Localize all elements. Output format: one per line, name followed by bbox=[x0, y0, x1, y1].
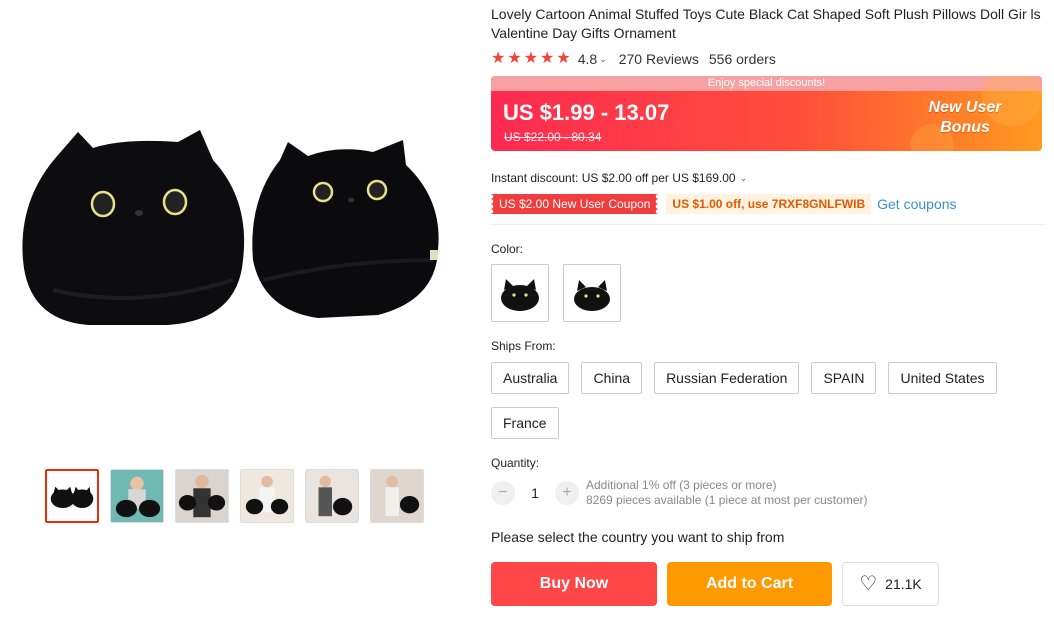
star-icon: ★ bbox=[540, 50, 555, 67]
color-options bbox=[491, 264, 1046, 322]
divider bbox=[491, 224, 1046, 225]
color-label: Color: bbox=[491, 242, 524, 256]
chevron-down-icon: ⌄ bbox=[739, 172, 748, 183]
ships-from-options: Australia China Russian Federation SPAIN… bbox=[491, 362, 1051, 439]
product-title: Lovely Cartoon Animal Stuffed Toys Cute … bbox=[491, 6, 1041, 41]
thumbnail-strip bbox=[45, 469, 424, 523]
action-buttons: Buy Now Add to Cart ♡ 21.1K bbox=[491, 562, 1046, 606]
ships-from-label: Ships From: bbox=[491, 339, 556, 353]
wishlist-count: 21.1K bbox=[885, 576, 922, 592]
star-icon: ★ bbox=[556, 50, 571, 67]
rating-value[interactable]: 4.8 bbox=[578, 51, 597, 67]
chevron-down-icon[interactable]: ⌄ bbox=[599, 54, 607, 65]
quantity-available-note: 8269 pieces available (1 piece at most p… bbox=[586, 493, 868, 507]
buy-now-button[interactable]: Buy Now bbox=[491, 562, 657, 606]
bonus-line-1: New User bbox=[928, 99, 1002, 116]
thumbnail-4[interactable] bbox=[240, 469, 294, 523]
price-box: Enjoy special discounts! US $1.99 - 13.0… bbox=[491, 76, 1042, 151]
get-coupons-link[interactable]: Get coupons bbox=[877, 196, 956, 212]
quantity-label: Quantity: bbox=[491, 456, 540, 470]
wishlist-button[interactable]: ♡ 21.1K bbox=[842, 562, 939, 606]
star-icon: ★ bbox=[491, 50, 506, 67]
thumbnail-2[interactable] bbox=[110, 469, 164, 523]
shipping-prompt: Please select the country you want to sh… bbox=[491, 529, 785, 545]
ship-option-united-states[interactable]: United States bbox=[888, 362, 997, 394]
thumbnail-6[interactable] bbox=[370, 469, 424, 523]
quantity-stepper: − 1 + Additional 1% off (3 pieces or mor… bbox=[491, 478, 1046, 508]
coupon-row: US $2.00 New User Coupon US $1.00 off, u… bbox=[491, 194, 1046, 214]
rating-stars: ★ ★ ★ ★ ★ bbox=[491, 51, 571, 67]
quantity-minus-button[interactable]: − bbox=[491, 481, 515, 505]
ship-option-russian-federation[interactable]: Russian Federation bbox=[654, 362, 800, 394]
quantity-plus-button[interactable]: + bbox=[555, 481, 579, 505]
heart-icon: ♡ bbox=[859, 573, 878, 595]
thumbnail-3[interactable] bbox=[175, 469, 229, 523]
original-price: US $22.00 - 80.34 bbox=[504, 130, 602, 144]
quantity-discount-note: Additional 1% off (3 pieces or more) bbox=[586, 478, 777, 492]
thumbnail-1[interactable] bbox=[45, 469, 99, 523]
thumbnail-5[interactable] bbox=[305, 469, 359, 523]
product-info: Lovely Cartoon Animal Stuffed Toys Cute … bbox=[491, 0, 1046, 606]
ship-option-spain[interactable]: SPAIN bbox=[811, 362, 877, 394]
color-option-1[interactable] bbox=[491, 264, 549, 322]
current-price: US $1.99 - 13.07 bbox=[503, 100, 670, 125]
color-option-2[interactable] bbox=[563, 264, 621, 322]
star-icon: ★ bbox=[523, 50, 539, 67]
bonus-line-2: Bonus bbox=[940, 119, 990, 136]
star-icon: ★ bbox=[507, 50, 522, 67]
ship-option-china[interactable]: China bbox=[581, 362, 643, 394]
ship-option-france[interactable]: France bbox=[491, 407, 559, 439]
quantity-value[interactable]: 1 bbox=[515, 485, 555, 501]
reviews-link[interactable]: 270 Reviews bbox=[619, 51, 699, 67]
new-user-bonus[interactable]: New User Bonus bbox=[900, 92, 1030, 144]
instant-discount-text: Instant discount: US $2.00 off per US $1… bbox=[491, 171, 736, 185]
new-user-coupon[interactable]: US $2.00 New User Coupon bbox=[491, 194, 659, 214]
orders-count: 556 orders bbox=[708, 51, 776, 67]
ship-option-australia[interactable]: Australia bbox=[491, 362, 570, 394]
quantity-info: Additional 1% off (3 pieces or more) 826… bbox=[586, 478, 867, 508]
instant-discount[interactable]: Instant discount: US $2.00 off per US $1… bbox=[491, 171, 1046, 185]
rating-row: ★ ★ ★ ★ ★ 4.8 ⌄ 270 Reviews 556 orders bbox=[491, 50, 1046, 68]
add-to-cart-button[interactable]: Add to Cart bbox=[667, 562, 832, 606]
coupon-code[interactable]: US $1.00 off, use 7RXF8GNLFWIB bbox=[666, 194, 872, 214]
main-product-image[interactable] bbox=[18, 120, 448, 335]
